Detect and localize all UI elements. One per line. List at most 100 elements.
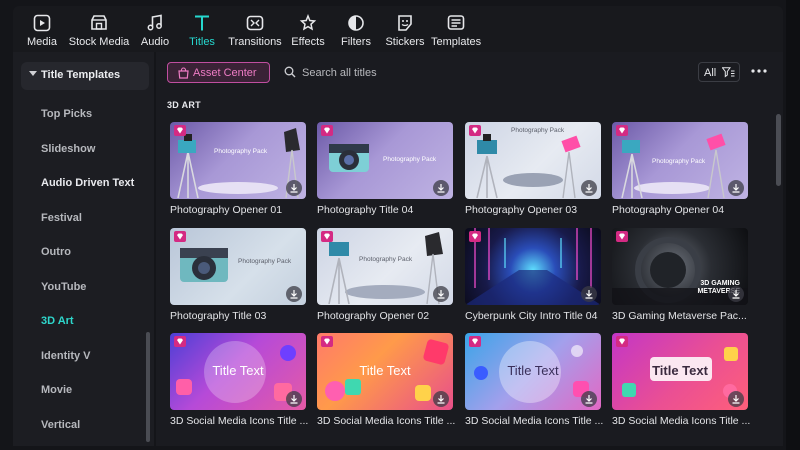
title-card[interactable]: Photography Pack Photography Opener 01	[170, 122, 306, 216]
premium-gem-icon	[469, 125, 481, 136]
download-icon	[437, 184, 445, 193]
toolbar-stock-media[interactable]: Stock Media	[68, 6, 130, 52]
thumb-text: Photography Pack	[214, 148, 268, 155]
titles-browser: Asset Center All 3D ART Photography Pack…	[156, 52, 783, 446]
sidebar-item-slideshow[interactable]: Slideshow	[41, 143, 95, 155]
title-card[interactable]: Photography Pack Photography Opener 04	[612, 122, 748, 216]
download-button[interactable]	[286, 286, 302, 302]
premium-gem-icon	[321, 231, 333, 242]
premium-gem-icon	[616, 231, 628, 242]
download-icon	[732, 395, 740, 404]
content-scrollbar[interactable]	[776, 114, 781, 186]
download-button[interactable]	[728, 180, 744, 196]
title-card[interactable]: Title Text 3D Social Media Icons Title .…	[317, 333, 455, 427]
download-button[interactable]	[433, 180, 449, 196]
toolbar-templates[interactable]: Templates	[431, 6, 481, 52]
sidebar-item-top-picks[interactable]: Top Picks	[41, 108, 92, 120]
card-title: Photography Title 04	[317, 204, 414, 216]
title-card[interactable]: 3D GAMING METAVERSE 3D Gaming Metaverse …	[612, 228, 748, 322]
sidebar-item-3d-art[interactable]: 3D Art	[41, 315, 74, 327]
toolbar-audio[interactable]: Audio	[137, 6, 173, 52]
title-card[interactable]: Photography Pack Photography Opener 03	[465, 122, 601, 216]
thumb-text: Photography Pack	[359, 256, 413, 263]
transitions-icon	[246, 15, 264, 31]
toolbar-filters-label: Filters	[341, 36, 371, 48]
download-button[interactable]	[433, 391, 449, 407]
download-button[interactable]	[286, 391, 302, 407]
section-title: 3D ART	[167, 100, 201, 110]
toolbar-titles-label: Titles	[189, 36, 215, 48]
thumbnail: Title Text	[465, 333, 601, 410]
more-options-icon[interactable]	[750, 63, 768, 79]
toolbar-filters[interactable]: Filters	[337, 6, 375, 52]
thumbnail: Title Text	[317, 333, 453, 410]
toolbar-stickers[interactable]: Stickers	[383, 6, 427, 52]
toolbar-media[interactable]: Media	[23, 6, 61, 52]
bag-icon	[178, 67, 189, 79]
effects-icon	[299, 14, 317, 31]
title-card[interactable]: Title Text 3D Social Media Icons Title .…	[170, 333, 308, 427]
title-card[interactable]: Title Text 3D Social Media Icons Title .…	[612, 333, 750, 427]
right-edge-strip	[786, 0, 800, 450]
filter-label: All	[704, 67, 717, 79]
thumbnail: Photography Pack	[612, 122, 748, 199]
title-card[interactable]: Photography Pack Photography Title 03	[170, 228, 306, 322]
search-box[interactable]	[280, 62, 510, 83]
card-title: Cyberpunk City Intro Title 04	[465, 310, 598, 322]
search-input[interactable]	[302, 64, 502, 81]
sidebar-item-festival[interactable]: Festival	[41, 212, 82, 224]
premium-gem-icon	[174, 231, 186, 242]
toolbar-titles[interactable]: Titles	[186, 6, 218, 52]
card-title: Photography Opener 01	[170, 204, 283, 216]
sidebar-item-outro[interactable]: Outro	[41, 246, 71, 258]
download-icon	[585, 290, 593, 299]
search-icon	[284, 66, 296, 78]
title-card[interactable]: Cyberpunk City Intro Title 04	[465, 228, 601, 322]
premium-gem-icon	[469, 336, 481, 347]
asset-center-label: Asset Center	[193, 67, 257, 79]
sidebar-scrollbar[interactable]	[146, 332, 150, 442]
premium-gem-icon	[469, 231, 481, 242]
download-button[interactable]	[581, 286, 597, 302]
toolbar-effects-label: Effects	[291, 36, 325, 48]
card-title: 3D Social Media Icons Title ...	[612, 415, 751, 427]
title-templates-label: Title Templates	[41, 69, 121, 81]
toolbar-transitions[interactable]: Transitions	[227, 6, 283, 52]
download-button[interactable]	[728, 286, 744, 302]
title-card[interactable]: Photography Pack Photography Opener 02	[317, 228, 453, 322]
download-button[interactable]	[286, 180, 302, 196]
download-button[interactable]	[728, 391, 744, 407]
title-templates-header[interactable]: Title Templates	[21, 62, 149, 90]
download-icon	[732, 290, 740, 299]
title-card[interactable]: Photography Pack Photography Title 04	[317, 122, 453, 216]
sidebar-item-identity-v[interactable]: Identity V	[41, 350, 91, 362]
download-button[interactable]	[581, 180, 597, 196]
filter-dropdown[interactable]: All	[698, 62, 740, 82]
toolbar-effects[interactable]: Effects	[289, 6, 327, 52]
thumbnail: Photography Pack	[465, 122, 601, 199]
sidebar-item-audio-driven-text[interactable]: Audio Driven Text	[41, 177, 134, 189]
stock-media-icon	[91, 15, 107, 30]
download-button[interactable]	[433, 286, 449, 302]
card-title: Photography Title 03	[170, 310, 267, 322]
thumbnail: Photography Pack	[170, 122, 306, 199]
premium-gem-icon	[174, 336, 186, 347]
sidebar-item-youtube[interactable]: YouTube	[41, 281, 86, 293]
sidebar-item-vertical[interactable]: Vertical	[41, 419, 80, 431]
download-icon	[290, 184, 298, 193]
thumbnail: Title Text	[170, 333, 306, 410]
title-card[interactable]: Title Text 3D Social Media Icons Title .…	[465, 333, 603, 427]
download-icon	[290, 290, 298, 299]
asset-center-button[interactable]: Asset Center	[167, 62, 270, 83]
filters-icon	[348, 15, 364, 31]
download-icon	[437, 395, 445, 404]
sidebar-item-movie[interactable]: Movie	[41, 384, 72, 396]
card-title: Photography Opener 03	[465, 204, 578, 216]
download-button[interactable]	[581, 391, 597, 407]
premium-gem-icon	[616, 336, 628, 347]
premium-gem-icon	[321, 125, 333, 136]
filter-icon	[722, 67, 735, 78]
thumbnail: Photography Pack	[317, 122, 453, 199]
toolbar-media-label: Media	[27, 36, 57, 48]
media-icon	[33, 14, 51, 32]
